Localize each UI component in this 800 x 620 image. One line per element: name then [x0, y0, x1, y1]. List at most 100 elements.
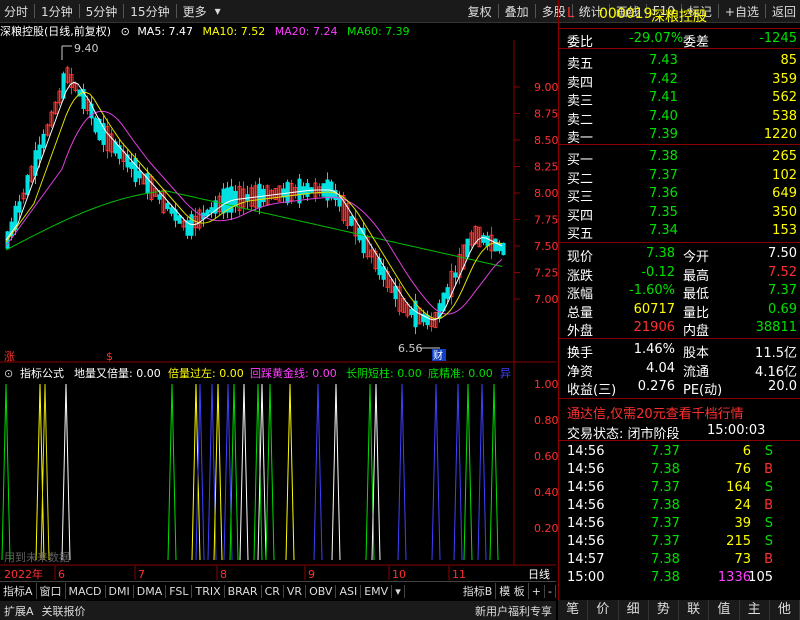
candle-body: [205, 209, 210, 217]
month-label: 7: [138, 568, 145, 581]
order-level-label: 买五: [567, 227, 594, 242]
candle-body: [481, 235, 486, 243]
stock-name: 深粮控股: [651, 9, 707, 25]
candle-body: [221, 188, 226, 214]
tab-item[interactable]: DMI: [106, 584, 134, 598]
tab-item[interactable]: VR: [284, 584, 307, 598]
order-level-label: 卖四: [567, 75, 594, 91]
signal-spike: [313, 383, 323, 561]
tab-item[interactable]: 指标B: [460, 583, 497, 599]
candle-body: [209, 207, 214, 213]
tick-price: 7.37: [651, 444, 680, 459]
tab-item[interactable]: ▾: [392, 584, 405, 598]
tab-item[interactable]: -: [545, 584, 556, 598]
signal-spike: [453, 383, 463, 561]
stat-value: 4.16亿: [755, 364, 797, 380]
stat-value: 60717: [633, 301, 675, 317]
quote-tab[interactable]: 细: [619, 600, 649, 620]
candle-body: [493, 238, 498, 252]
quote-tab[interactable]: 笔: [558, 600, 589, 620]
order-level-label: 买四: [567, 208, 594, 224]
indicator-icon[interactable]: ⊙: [4, 367, 13, 380]
order-price: 7.40: [649, 108, 678, 124]
quote-tab[interactable]: 联: [679, 600, 710, 620]
price-tick-label: 7.50: [534, 240, 558, 253]
order-price: 7.43: [649, 53, 678, 68]
price-tick-label: 8.50: [534, 134, 558, 147]
stat-row: 净资 4.04 流通 4.16亿: [559, 360, 800, 380]
promo-link[interactable]: 新用户福利专享: [471, 603, 556, 619]
stat-label: 净资: [567, 364, 594, 380]
tick-price: 7.37: [651, 534, 680, 549]
tab-item[interactable]: DMA: [134, 584, 167, 598]
tab-item[interactable]: MACD: [66, 584, 106, 598]
candle-body: [165, 202, 170, 210]
period-label[interactable]: 日线: [528, 567, 550, 581]
tab-item[interactable]: 指标A: [0, 583, 37, 599]
month-label: 9: [308, 568, 315, 581]
candle-body: [133, 157, 138, 183]
order-level-label: 卖三: [567, 94, 594, 109]
status-item[interactable]: 关联报价: [38, 603, 90, 619]
tab-item[interactable]: 模 板: [496, 583, 529, 599]
tab-item[interactable]: CR: [262, 584, 284, 598]
signal-spike: [397, 383, 407, 561]
candle-body: [305, 183, 310, 197]
stat-row: 现价 7.38 今开 7.50: [559, 245, 800, 265]
tick-side: S: [764, 534, 773, 549]
tab-item[interactable]: EMV: [361, 584, 393, 598]
signal-spike: [489, 383, 499, 561]
quote-tab[interactable]: 他: [770, 600, 800, 620]
stat-value: -0.12: [641, 264, 675, 280]
tick-row: 14:56 7.37 39 S: [559, 515, 800, 533]
stat-label: 涨幅: [567, 287, 594, 302]
candle-body: [157, 194, 162, 200]
stat-row: 外盘 21906 内盘 38811: [559, 319, 800, 339]
stat-label: 外盘: [567, 324, 594, 339]
candle-body: [409, 308, 414, 316]
stat-row: 涨跌 -0.12 最高 7.52: [559, 264, 800, 284]
candle-body: [169, 207, 174, 214]
sell-level-row: 卖三 7.41 562: [559, 89, 800, 109]
low-annotation: 6.56: [398, 342, 423, 355]
tick-price: 7.37: [651, 516, 680, 531]
cai-badge[interactable]: 财: [433, 349, 443, 362]
tick-time: 14:56: [567, 534, 605, 549]
order-volume: 102: [772, 167, 797, 183]
quote-tab[interactable]: 势: [649, 600, 679, 620]
candle-body: [485, 235, 490, 247]
status-item[interactable]: 扩展A: [0, 603, 38, 619]
tick-time: 14:57: [567, 552, 605, 567]
tab-item[interactable]: OBV: [306, 584, 337, 598]
tab-item[interactable]: FSL: [166, 584, 193, 598]
signal-spike: [257, 383, 267, 561]
indicator-item: 倍量过左: 0.00: [168, 366, 244, 380]
stat-row: 涨幅 -1.60% 最低 7.37: [559, 282, 800, 302]
quote-tab[interactable]: 主: [740, 600, 770, 620]
promo-banner[interactable]: 通达信,仅需20元查看千档行情: [567, 403, 744, 422]
quote-tab[interactable]: 价: [588, 600, 619, 620]
tab-item[interactable]: 窗口: [37, 583, 66, 599]
tick-price: 7.38: [651, 462, 680, 477]
tab-item[interactable]: ASI: [336, 584, 362, 598]
signal-spike: [195, 383, 205, 561]
kline-chart[interactable]: 9.00 8.75 8.50 8.25 8.00 7.75 7.50 7.25 7.00 9.4…: [0, 0, 558, 600]
signal-spike: [463, 383, 473, 561]
tick-row: 14:56 7.37 164 S: [559, 479, 800, 497]
tab-item[interactable]: +: [529, 584, 546, 598]
order-volume: 1220: [763, 127, 797, 142]
tick-time: 14:56: [567, 444, 605, 459]
month-label: 11: [452, 568, 466, 581]
candle-body: [37, 144, 42, 160]
stat-label: 最低: [683, 287, 710, 302]
candle-body: [137, 170, 142, 179]
tab-item[interactable]: BRAR: [225, 584, 262, 598]
quote-tab[interactable]: 值: [709, 600, 740, 620]
candle-body: [129, 162, 134, 169]
signal-spike: [431, 383, 441, 561]
tab-item[interactable]: TRIX: [192, 584, 225, 598]
tick-time: 14:56: [567, 480, 605, 495]
indicator-item: 地量又倍量: 0.00: [74, 366, 161, 380]
order-volume: 350: [772, 204, 797, 220]
order-level-label: 买二: [567, 171, 594, 187]
